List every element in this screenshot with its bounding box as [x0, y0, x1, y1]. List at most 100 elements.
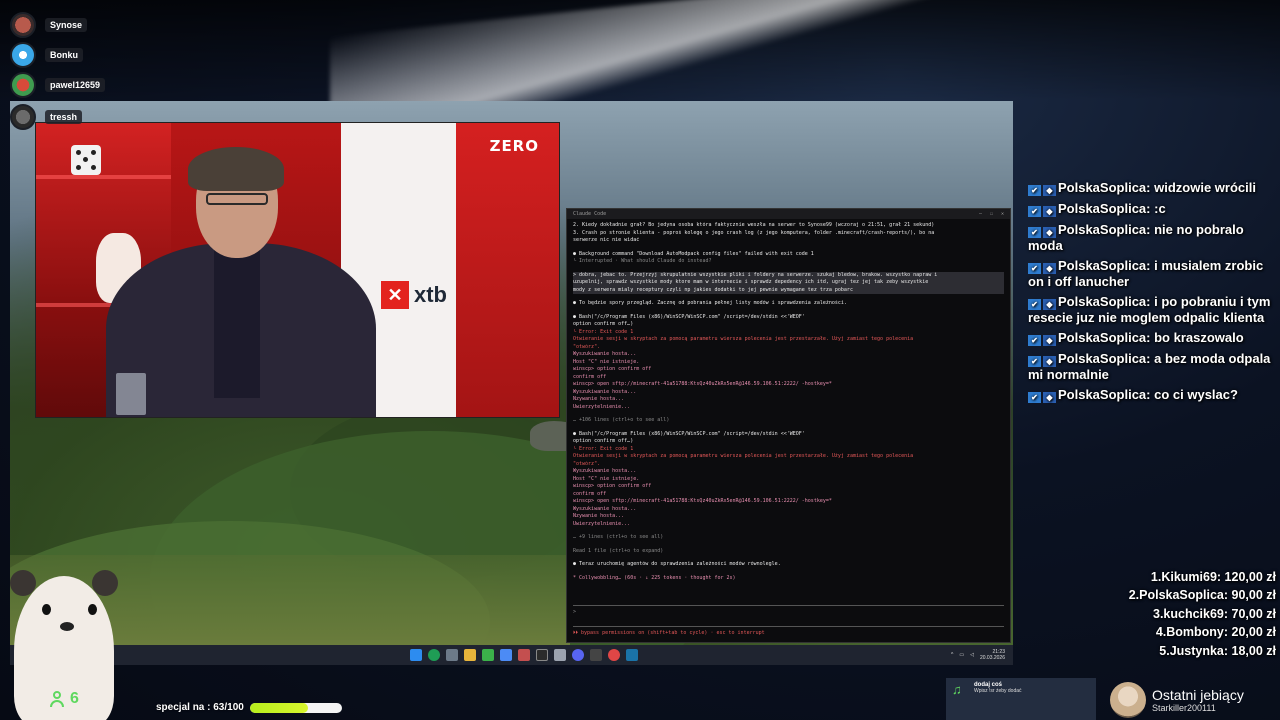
- terminal-line: ● Teraz uruchomię agentów do sprawdzenia…: [573, 561, 781, 567]
- prompt-input[interactable]: >: [573, 609, 1004, 623]
- verified-badge-icon: ✔: [1028, 227, 1041, 238]
- donation-row: 5.Justynka: 18,00 zł: [1159, 643, 1276, 658]
- chat-username[interactable]: PolskaSoplica: [1058, 258, 1146, 273]
- goal-progress-fill: [249, 702, 308, 713]
- terminal-titlebar[interactable]: Claude Code — ☐ ✕: [567, 209, 1010, 219]
- chat-username[interactable]: PolskaSoplica: [1058, 294, 1146, 309]
- chat-separator: :: [1146, 387, 1155, 402]
- terminal-line: > dobra, jebac to. Przejrzyj skrupulatni…: [573, 271, 1004, 279]
- discord-icon[interactable]: [572, 649, 584, 661]
- chat-separator: :: [1146, 351, 1155, 366]
- terminal-line: … +9 lines (ctrl+o to see all): [573, 534, 664, 540]
- terminal-line: Read 1 file (ctrl+o to expand): [573, 547, 664, 554]
- terminal-line: Otwieranie sesji w skryptach za pomocą p…: [573, 336, 914, 342]
- chat-separator: :: [1146, 222, 1155, 237]
- song-request-widget: ♫ dodaj coś Wpisz !sr żeby dodać: [946, 678, 1096, 720]
- chat-text: :c: [1154, 201, 1166, 216]
- terminal-line: uzupelnij, sprawdz wszystkie mody ktore …: [573, 279, 1004, 287]
- volume-icon[interactable]: ◁: [970, 652, 974, 658]
- subscriber-badge-icon: ◆: [1043, 227, 1056, 238]
- minecraft-icon[interactable]: [482, 649, 494, 661]
- last-supporter-name: Starkiller200111: [1152, 703, 1216, 713]
- terminal-line: └ Error: Exit code 1: [573, 445, 634, 452]
- chat-username[interactable]: PolskaSoplica: [1058, 351, 1146, 366]
- winscp-icon[interactable]: [626, 649, 638, 661]
- xtb-logo-text: xtb: [414, 282, 447, 307]
- verified-badge-icon: ✔: [1028, 206, 1041, 217]
- chat-message: ✔ ◆ PolskaSoplica: :c: [1028, 201, 1278, 217]
- subscriber-badge-icon: ◆: [1043, 335, 1056, 346]
- subscriber-badge-icon: ◆: [1043, 263, 1056, 274]
- app-icon[interactable]: [608, 649, 620, 661]
- system-tray: ^ ▭ ◁ 21:23 20.03.2026: [951, 649, 1005, 661]
- windows-start-icon[interactable]: [410, 649, 422, 661]
- presenter-glasses: [206, 193, 268, 205]
- network-icon[interactable]: ▭: [959, 652, 964, 658]
- settings-icon[interactable]: [446, 649, 458, 661]
- verified-badge-icon: ✔: [1028, 263, 1041, 274]
- minimize-icon[interactable]: —: [979, 211, 982, 217]
- terminal-line: winscp> option confirm off: [573, 483, 652, 489]
- music-note-icon: ♫: [952, 682, 962, 697]
- terminal-line: winscp> option confirm off: [573, 366, 652, 372]
- terminal-window[interactable]: Claude Code — ☐ ✕ 2. Kiedy dokładnie gra…: [566, 208, 1011, 643]
- voice-user: pawel12659: [10, 70, 160, 100]
- chat-separator: :: [1146, 201, 1155, 216]
- channel-logo: ZERO: [489, 137, 539, 155]
- chat-separator: :: [1146, 258, 1155, 273]
- desktop-capture: ✕ xtb ZERO Claude Code — ☐ ✕ 2. Kiedy do…: [10, 101, 1013, 665]
- voice-chat-list: Synose Bonku pawel12659: [10, 10, 160, 100]
- video-player[interactable]: ✕ xtb ZERO: [35, 122, 560, 418]
- terminal-line: Nzywanie hosta...: [573, 396, 625, 402]
- voice-user: Bonku: [10, 40, 160, 70]
- folder-icon[interactable]: [464, 649, 476, 661]
- obs-icon[interactable]: [518, 649, 530, 661]
- close-icon[interactable]: ✕: [1001, 211, 1004, 217]
- xtb-mark-icon: ✕: [381, 281, 409, 309]
- chat-username[interactable]: PolskaSoplica: [1058, 201, 1146, 216]
- maximize-icon[interactable]: ☐: [990, 211, 993, 217]
- presenter-shirt: [214, 248, 260, 398]
- prompt-separator: [573, 626, 1004, 627]
- terminal-line: Uwierzytelnienie...: [573, 403, 631, 410]
- donation-row: 4.Bombony: 20,00 zł: [1155, 625, 1276, 640]
- tray-chevron-icon[interactable]: ^: [951, 652, 953, 658]
- terminal-icon[interactable]: [536, 649, 548, 661]
- chat-username[interactable]: PolskaSoplica: [1058, 387, 1146, 402]
- donation-leaderboard: 1.Kikumi69: 120,00 zł 2.PolskaSoplica: 9…: [1129, 568, 1276, 660]
- subscriber-badge-icon: ◆: [1043, 299, 1056, 310]
- chat-message: ✔ ◆ PolskaSoplica: i musialem zrobic on i …: [1028, 258, 1278, 289]
- chat-username[interactable]: PolskaSoplica: [1058, 180, 1146, 195]
- chat-separator: :: [1146, 294, 1155, 309]
- steam-icon[interactable]: [500, 649, 512, 661]
- terminal-output[interactable]: 2. Kiedy dokładnie grał? Bo jedyna osoba…: [567, 219, 1010, 585]
- chat-username[interactable]: PolskaSoplica: [1058, 330, 1146, 345]
- voice-user-name: Synose: [45, 18, 88, 32]
- terminal-line: … +106 lines (ctrl+o to see all): [573, 417, 670, 423]
- terminal-line: Nzywanie hosta...: [573, 513, 625, 519]
- terminal-line: ● Bash("/c/Program Files (x86)/WinSCP/Wi…: [573, 430, 805, 437]
- move-icon[interactable]: [554, 649, 566, 661]
- terminal-line: serwerze nic nie widać: [573, 237, 640, 243]
- terminal-line: ● To będzie spory przegląd. Zacznę od po…: [573, 300, 847, 306]
- mascot-eye: [42, 604, 51, 615]
- browser-icon[interactable]: [428, 649, 440, 661]
- chat-message: ✔ ◆ PolskaSoplica: i po pobraniu i tym res…: [1028, 294, 1278, 325]
- terminal-line: Wyszukiwanie hosta...: [573, 468, 637, 474]
- voice-user-name: tressh: [45, 110, 83, 124]
- chat-message: ✔ ◆ PolskaSoplica: a bez moda odpala mi no…: [1028, 351, 1278, 382]
- last-supporter: Ostatni jebiący Starkiller200111: [1110, 680, 1280, 720]
- avatar: [10, 72, 36, 98]
- subscriber-badge-icon: ◆: [1043, 185, 1056, 196]
- viewer-count-value: 6: [70, 690, 79, 707]
- chat-message: ✔ ◆ PolskaSoplica: bo kraszowalo: [1028, 330, 1278, 346]
- verified-badge-icon: ✔: [1028, 392, 1041, 403]
- verified-badge-icon: ✔: [1028, 335, 1041, 346]
- mascot-eye: [88, 604, 97, 615]
- prompt-separator: [573, 605, 1004, 606]
- chat-text: bo kraszowalo: [1154, 330, 1244, 345]
- taskbar-clock[interactable]: 21:23 20.03.2026: [980, 649, 1005, 661]
- chat-username[interactable]: PolskaSoplica: [1058, 222, 1146, 237]
- app-icon[interactable]: [590, 649, 602, 661]
- taskbar-apps: [410, 649, 638, 661]
